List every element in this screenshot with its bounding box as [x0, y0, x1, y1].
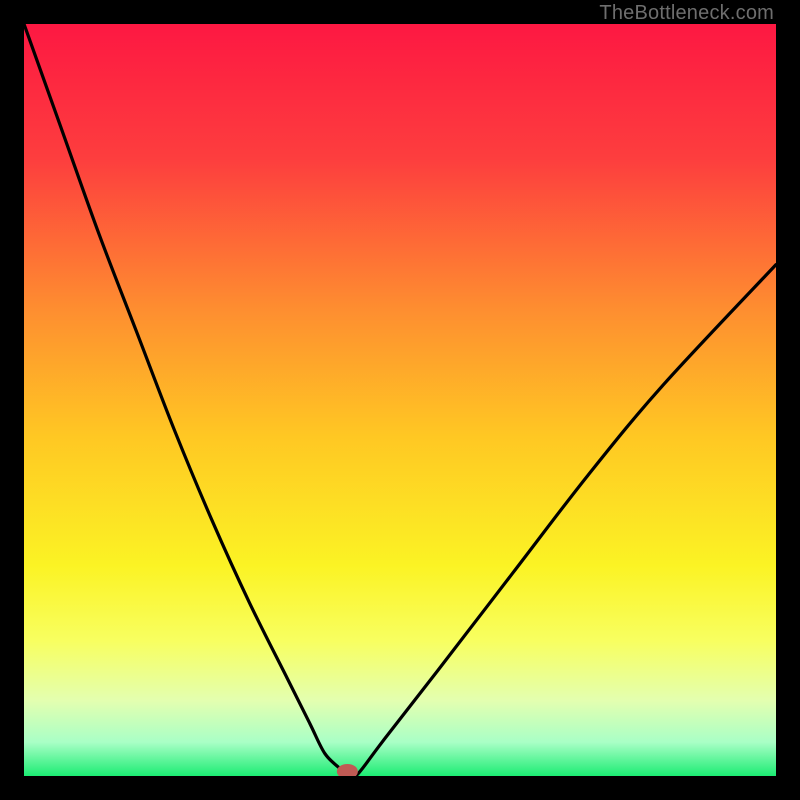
watermark-text: TheBottleneck.com — [599, 2, 774, 25]
plot-area — [24, 24, 776, 776]
bottleneck-curve — [24, 24, 776, 776]
optimal-point-marker — [337, 764, 358, 776]
chart-frame: TheBottleneck.com — [0, 0, 800, 800]
curve-layer — [24, 24, 776, 776]
